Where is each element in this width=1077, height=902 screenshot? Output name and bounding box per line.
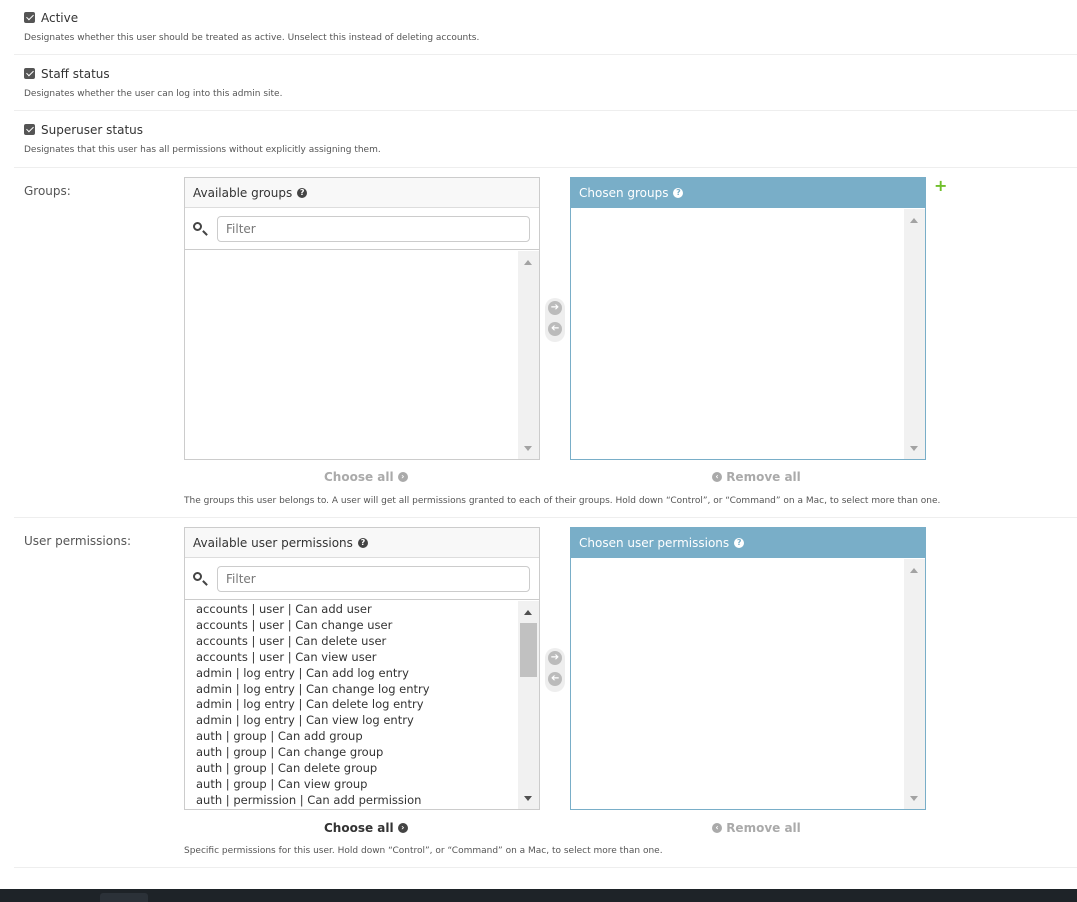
choose-all-label: Choose all bbox=[324, 821, 394, 835]
available-groups-title: Available groups bbox=[193, 186, 293, 200]
help-icon[interactable]: ? bbox=[673, 187, 684, 198]
scrollbar[interactable] bbox=[904, 209, 925, 459]
chosen-groups-title: Chosen groups bbox=[579, 186, 669, 200]
bottom-bar bbox=[0, 889, 1077, 902]
permission-option[interactable]: auth | group | Can add group bbox=[196, 729, 430, 745]
divider bbox=[14, 54, 1077, 55]
available-groups-list[interactable] bbox=[185, 250, 518, 459]
permission-option[interactable]: admin | log entry | Can add log entry bbox=[196, 666, 430, 682]
staff-label[interactable]: Staff status bbox=[41, 67, 110, 81]
choose-all-label: Choose all bbox=[324, 470, 394, 484]
choose-all-permissions-link[interactable]: Choose all › bbox=[324, 821, 408, 835]
groups-label: Groups: bbox=[24, 184, 71, 198]
remove-all-label: Remove all bbox=[726, 821, 801, 835]
staff-checkbox[interactable] bbox=[24, 68, 35, 79]
scroll-down-icon[interactable] bbox=[910, 796, 918, 801]
help-icon[interactable]: ? bbox=[297, 187, 308, 198]
search-icon bbox=[193, 572, 202, 581]
remove-all-groups-link[interactable]: ‹ Remove all bbox=[712, 470, 801, 484]
available-groups-header: Available groups? bbox=[185, 178, 539, 208]
superuser-label[interactable]: Superuser status bbox=[41, 123, 143, 137]
permission-option[interactable]: auth | group | Can change group bbox=[196, 745, 430, 761]
divider bbox=[14, 110, 1077, 111]
permissions-help: Specific permissions for this user. Hold… bbox=[184, 846, 663, 856]
staff-help: Designates whether the user can log into… bbox=[24, 89, 283, 99]
remove-all-permissions-link[interactable]: ‹ Remove all bbox=[712, 821, 801, 835]
chosen-permissions-title: Chosen user permissions bbox=[579, 536, 730, 550]
scroll-down-icon[interactable] bbox=[524, 796, 532, 801]
move-left-icon[interactable]: ➔ bbox=[548, 672, 562, 686]
scroll-up-icon[interactable] bbox=[910, 568, 918, 573]
user-permissions-label: User permissions: bbox=[24, 534, 131, 548]
scroll-down-icon[interactable] bbox=[524, 446, 532, 451]
permission-option[interactable]: accounts | user | Can change user bbox=[196, 618, 430, 634]
permissions-filter-row bbox=[185, 558, 539, 600]
scroll-up-icon[interactable] bbox=[524, 260, 532, 265]
scrollbar[interactable] bbox=[904, 559, 925, 809]
scroll-up-icon[interactable] bbox=[910, 218, 918, 223]
chosen-permissions-header: Chosen user permissions? bbox=[571, 528, 925, 558]
help-icon[interactable]: ? bbox=[734, 537, 745, 548]
permissions-filter-input[interactable] bbox=[217, 566, 530, 592]
scrollbar[interactable] bbox=[518, 601, 539, 809]
chevron-right-icon: › bbox=[397, 822, 408, 833]
permission-option[interactable]: auth | permission | Can add permission bbox=[196, 793, 430, 809]
scroll-up-icon[interactable] bbox=[524, 610, 532, 615]
available-permissions-title: Available user permissions bbox=[193, 536, 353, 550]
scrollbar[interactable] bbox=[518, 251, 539, 459]
groups-filter-input[interactable] bbox=[217, 216, 530, 242]
permission-option[interactable]: auth | group | Can view group bbox=[196, 777, 430, 793]
active-label[interactable]: Active bbox=[41, 11, 78, 25]
available-permissions-box: Available user permissions? accounts | u… bbox=[184, 527, 540, 810]
chevron-right-icon: › bbox=[397, 471, 408, 482]
search-icon bbox=[193, 222, 202, 231]
permission-option[interactable]: admin | log entry | Can view log entry bbox=[196, 713, 430, 729]
groups-filter-row bbox=[185, 208, 539, 250]
chevron-left-icon: ‹ bbox=[712, 471, 722, 482]
chosen-permissions-list[interactable] bbox=[571, 558, 904, 809]
active-help: Designates whether this user should be t… bbox=[24, 33, 480, 43]
chosen-groups-header: Chosen groups? bbox=[571, 178, 925, 208]
divider bbox=[14, 167, 1077, 168]
available-permissions-list[interactable]: accounts | user | Can add user accounts |… bbox=[185, 602, 518, 809]
move-left-icon[interactable]: ➔ bbox=[548, 322, 562, 336]
scroll-down-icon[interactable] bbox=[910, 446, 918, 451]
available-permissions-header: Available user permissions? bbox=[185, 528, 539, 558]
scroll-thumb[interactable] bbox=[520, 623, 537, 677]
active-checkbox[interactable] bbox=[24, 12, 35, 23]
remove-all-label: Remove all bbox=[726, 470, 801, 484]
chevron-left-icon: ‹ bbox=[712, 822, 722, 833]
move-right-icon[interactable]: ➔ bbox=[548, 301, 562, 315]
superuser-help: Designates that this user has all permis… bbox=[24, 145, 381, 155]
chosen-permissions-box: Chosen user permissions? bbox=[570, 527, 926, 810]
permission-option[interactable]: admin | log entry | Can change log entry bbox=[196, 682, 430, 698]
divider bbox=[14, 867, 1077, 868]
add-group-icon[interactable]: + bbox=[934, 178, 947, 194]
groups-mover: ➔ ➔ bbox=[545, 298, 565, 342]
bottom-tab[interactable] bbox=[100, 893, 148, 902]
choose-all-groups-link[interactable]: Choose all › bbox=[324, 470, 408, 484]
superuser-checkbox[interactable] bbox=[24, 124, 35, 135]
available-groups-box: Available groups? bbox=[184, 177, 540, 460]
chosen-groups-list[interactable] bbox=[571, 208, 904, 459]
divider bbox=[14, 517, 1077, 518]
permission-option[interactable]: accounts | user | Can delete user bbox=[196, 634, 430, 650]
help-icon[interactable]: ? bbox=[357, 537, 368, 548]
move-right-icon[interactable]: ➔ bbox=[548, 651, 562, 665]
permission-option[interactable]: accounts | user | Can add user bbox=[196, 602, 430, 618]
permissions-mover: ➔ ➔ bbox=[545, 648, 565, 692]
chosen-groups-box: Chosen groups? bbox=[570, 177, 926, 460]
permission-option[interactable]: accounts | user | Can view user bbox=[196, 650, 430, 666]
permission-option[interactable]: auth | group | Can delete group bbox=[196, 761, 430, 777]
permission-option[interactable]: admin | log entry | Can delete log entry bbox=[196, 697, 430, 713]
permissions-options: accounts | user | Can add user accounts |… bbox=[196, 602, 430, 809]
groups-help: The groups this user belongs to. A user … bbox=[184, 496, 941, 506]
